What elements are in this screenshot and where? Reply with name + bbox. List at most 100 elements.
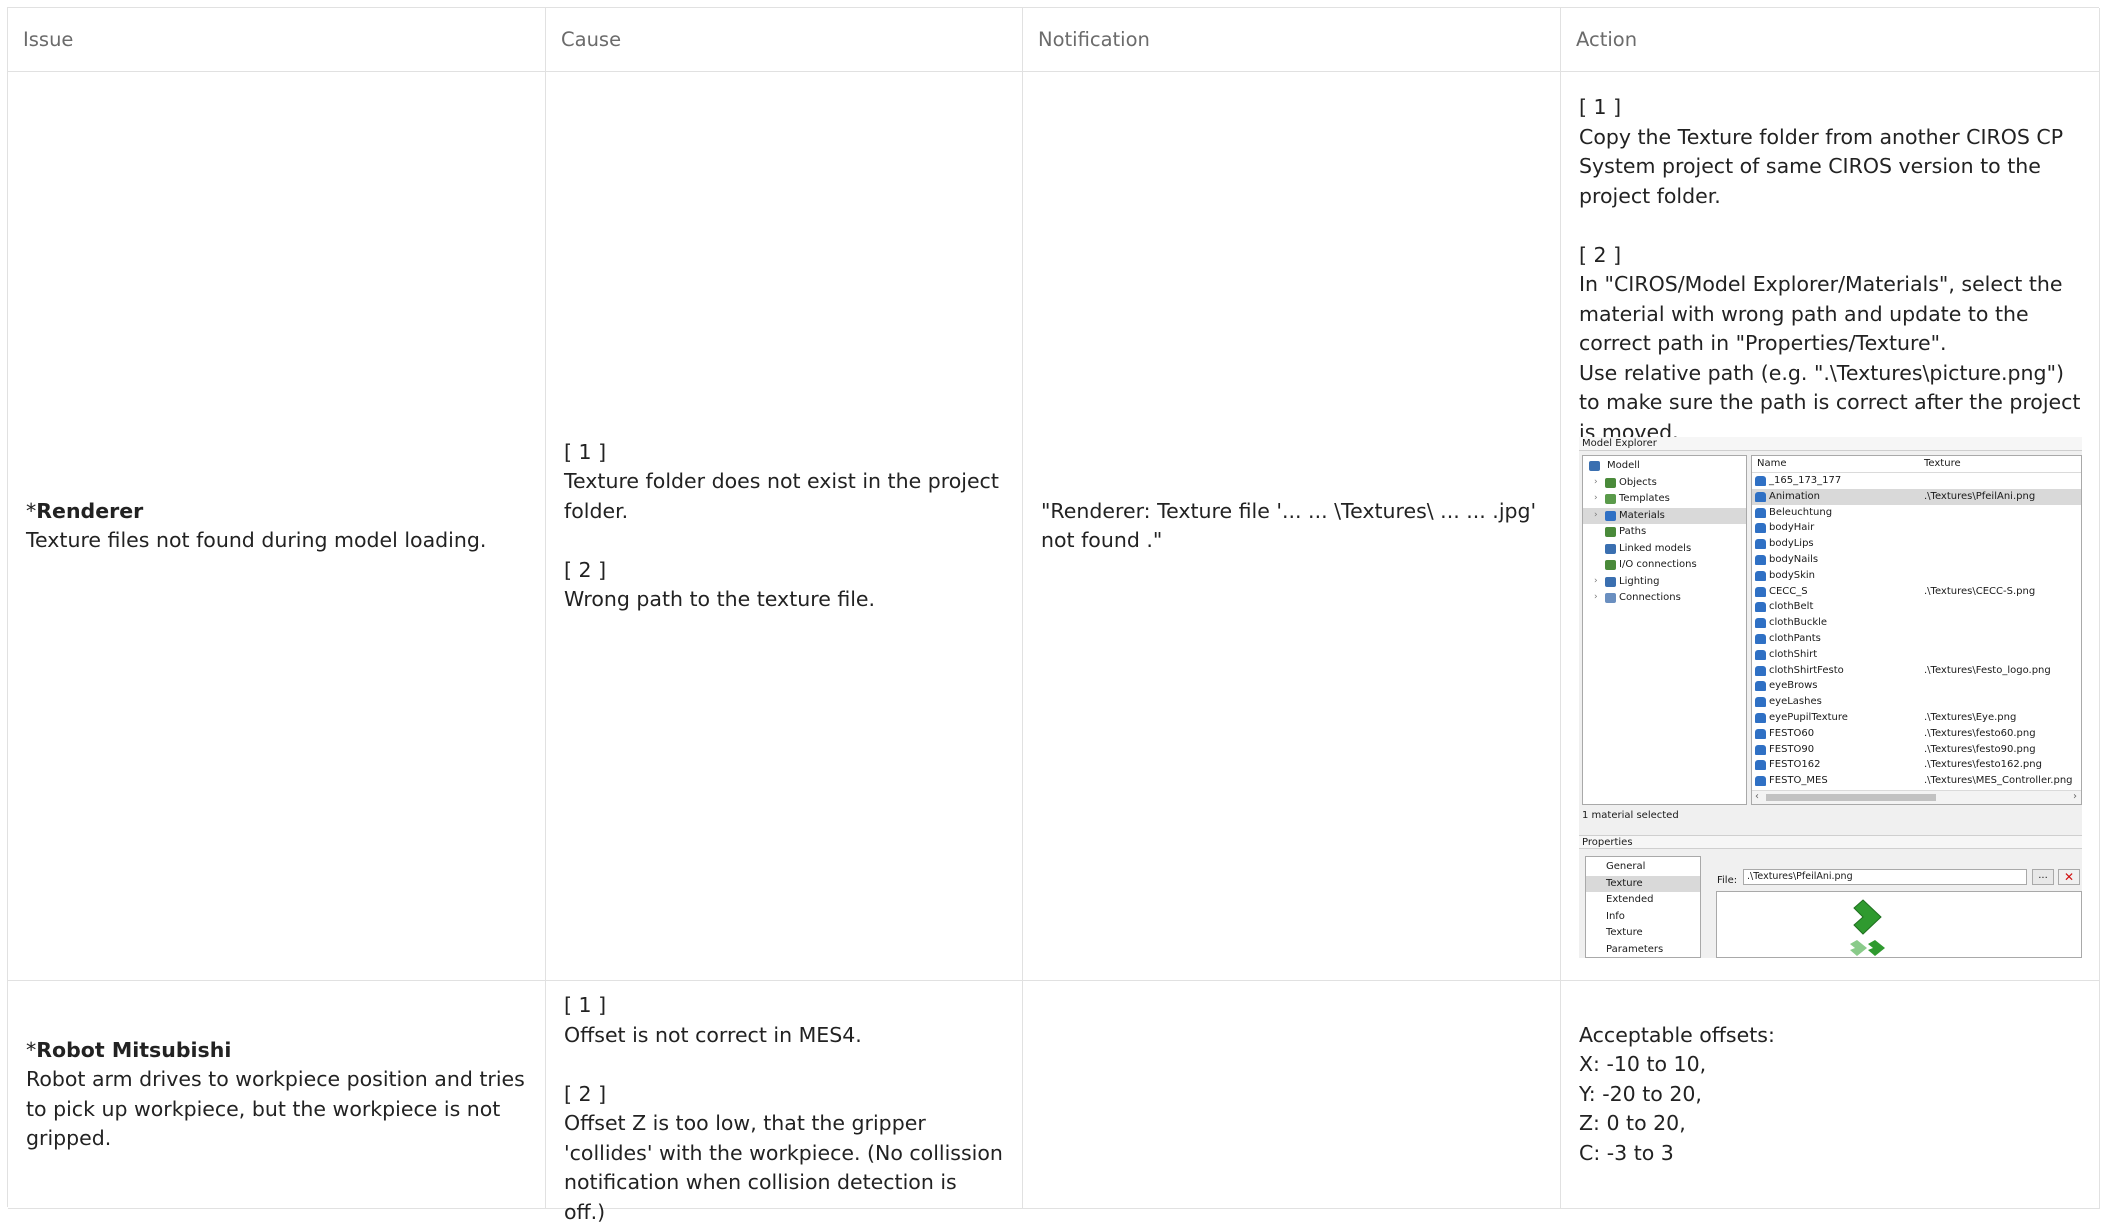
- tree-item-objects[interactable]: › Objects: [1583, 475, 1746, 492]
- material-name: FESTO90: [1769, 743, 1815, 755]
- cause-text: Offset is not correct in MES4.: [564, 1022, 862, 1047]
- material-icon: [1755, 602, 1766, 613]
- material-icon: [1755, 507, 1766, 518]
- lighting-icon: [1605, 576, 1616, 587]
- material-texture: .\Textures\Festo_logo.png: [1924, 664, 2051, 676]
- material-name: clothShirtFesto: [1769, 664, 1844, 676]
- action-text: Copy the Texture folder from another CIR…: [1579, 124, 2064, 208]
- props-item-general[interactable]: General: [1586, 859, 1700, 876]
- material-texture: .\Textures\festo90.png: [1924, 743, 2036, 755]
- material-texture: .\Textures\festo60.png: [1924, 727, 2036, 739]
- house-icon: [1589, 461, 1600, 471]
- grid-body: _165_173_177 Animation .\Textures\PfeilAni…: [1752, 473, 2081, 789]
- material-row[interactable]: clothBelt: [1752, 599, 2081, 615]
- column-name-header[interactable]: Name: [1757, 456, 1787, 472]
- material-name: CECC_S: [1769, 585, 1808, 597]
- material-row[interactable]: Animation .\Textures\PfeilAni.png: [1752, 488, 2081, 505]
- material-icon: [1755, 681, 1766, 692]
- material-row[interactable]: Beleuchtung: [1752, 505, 2081, 521]
- browse-button[interactable]: ...: [2032, 869, 2054, 885]
- material-texture: .\Textures\MES_Controller.png: [1924, 775, 2073, 787]
- cause-marker: [ 1 ]: [564, 993, 607, 1017]
- chevron-right-icon[interactable]: ›: [1594, 491, 1598, 507]
- action-marker: [ 1 ]: [1579, 95, 1622, 119]
- material-row[interactable]: eyeLashes: [1752, 694, 2081, 710]
- tree-item-linked-models[interactable]: Linked models: [1583, 541, 1746, 558]
- material-icon: [1755, 776, 1766, 787]
- material-name: clothBelt: [1769, 601, 1814, 613]
- delete-icon[interactable]: ✕: [2058, 869, 2080, 885]
- header-action: Action: [1561, 8, 2100, 72]
- material-name: FESTO_MES: [1769, 775, 1828, 787]
- chevron-right-icon[interactable]: ›: [1594, 475, 1598, 491]
- tree-item-modell[interactable]: Modell: [1583, 458, 1746, 475]
- chevron-left-icon[interactable]: ‹: [1755, 789, 1759, 805]
- cause-cell: [ 1 ] Offset is not correct in MES4. [ 2…: [546, 981, 1023, 1224]
- material-name: bodyNails: [1769, 553, 1819, 565]
- props-item-texture-parameters[interactable]: Texture Parameters: [1586, 925, 1700, 955]
- material-name: eyePupilTexture: [1769, 711, 1848, 723]
- issue-prefix: *: [26, 498, 37, 523]
- file-label: File:: [1717, 875, 1738, 886]
- tree-item-templates[interactable]: › Templates: [1583, 491, 1746, 508]
- material-row[interactable]: clothPants: [1752, 631, 2081, 647]
- props-item-texture[interactable]: Texture: [1586, 875, 1700, 892]
- material-row[interactable]: FESTO90 .\Textures\festo90.png: [1752, 742, 2081, 758]
- material-row[interactable]: eyeBrows: [1752, 678, 2081, 694]
- materials-icon: [1605, 510, 1616, 521]
- issue-description: Robot arm drives to workpiece position a…: [26, 1067, 525, 1150]
- header-issue: Issue: [8, 8, 546, 72]
- header-cause: Cause: [546, 8, 1023, 72]
- material-row[interactable]: clothBuckle: [1752, 615, 2081, 631]
- cause-marker: [ 2 ]: [564, 1081, 607, 1106]
- materials-grid: Name Texture _165_173_177 Animation .\Text…: [1751, 455, 2082, 805]
- material-row[interactable]: CECC_S .\Textures\CECC-S.png: [1752, 584, 2081, 600]
- props-item-extended[interactable]: Extended: [1586, 892, 1700, 909]
- tree-item-connections[interactable]: › Connections: [1583, 590, 1746, 607]
- column-texture-header[interactable]: Texture: [1924, 456, 1961, 472]
- props-item-info[interactable]: Info: [1586, 909, 1700, 926]
- io-icon: [1605, 560, 1616, 570]
- model-tree: Modell › Objects › Templates › Materials…: [1582, 455, 1747, 805]
- material-icon: [1755, 476, 1766, 486]
- material-name: bodyLips: [1769, 538, 1814, 550]
- horizontal-scrollbar[interactable]: ‹ ›: [1752, 790, 2081, 804]
- material-row[interactable]: bodySkin: [1752, 568, 2081, 584]
- material-name: _165_173_177: [1769, 475, 1842, 486]
- chevron-right-icon[interactable]: ›: [2073, 789, 2077, 805]
- action-text: Use relative path (e.g. ".\Textures\pict…: [1579, 360, 2081, 444]
- material-row[interactable]: FESTO_MES .\Textures\MES_Controller.png: [1752, 773, 2081, 789]
- file-path-input[interactable]: .\Textures\PfeilAni.png: [1743, 869, 2027, 885]
- material-row[interactable]: FESTO60 .\Textures\festo60.png: [1752, 726, 2081, 742]
- material-row[interactable]: bodyHair: [1752, 520, 2081, 536]
- tree-item-materials[interactable]: › Materials: [1583, 507, 1746, 524]
- tree-item-lighting[interactable]: › Lighting: [1583, 574, 1746, 591]
- material-row[interactable]: bodyNails: [1752, 552, 2081, 568]
- tree-item-io-connections[interactable]: I/O connections: [1583, 557, 1746, 574]
- action-text: In "CIROS/Model Explorer/Materials", sel…: [1579, 272, 2063, 355]
- material-icon: [1755, 728, 1766, 739]
- chevron-right-icon[interactable]: ›: [1594, 508, 1598, 524]
- material-row[interactable]: FESTO162 .\Textures\festo162.png: [1752, 757, 2081, 773]
- material-icon: [1755, 697, 1766, 708]
- material-row[interactable]: _165_173_177: [1752, 473, 2081, 489]
- material-row[interactable]: eyePupilTexture .\Textures\Eye.png: [1752, 710, 2081, 726]
- material-row[interactable]: clothShirt: [1752, 647, 2081, 663]
- material-icon: [1755, 665, 1766, 676]
- table-header: Issue Cause Notification Action: [8, 8, 2100, 72]
- material-icon: [1755, 712, 1766, 723]
- header-notification: Notification: [1023, 8, 1561, 72]
- chevron-right-icon[interactable]: ›: [1594, 574, 1598, 590]
- material-icon: [1755, 554, 1766, 565]
- tree-item-paths[interactable]: Paths: [1583, 524, 1746, 541]
- material-icon: [1755, 539, 1766, 550]
- material-icon: [1755, 649, 1766, 660]
- chevron-right-icon[interactable]: ›: [1594, 590, 1598, 606]
- scrollbar-thumb[interactable]: [1766, 794, 1936, 801]
- material-name: Beleuchtung: [1769, 506, 1833, 518]
- material-row[interactable]: bodyLips: [1752, 536, 2081, 552]
- material-texture: .\Textures\CECC-S.png: [1924, 585, 2036, 597]
- material-name: clothBuckle: [1769, 617, 1828, 629]
- material-row[interactable]: clothShirtFesto .\Textures\Festo_logo.png: [1752, 663, 2081, 679]
- material-icon: [1755, 633, 1766, 644]
